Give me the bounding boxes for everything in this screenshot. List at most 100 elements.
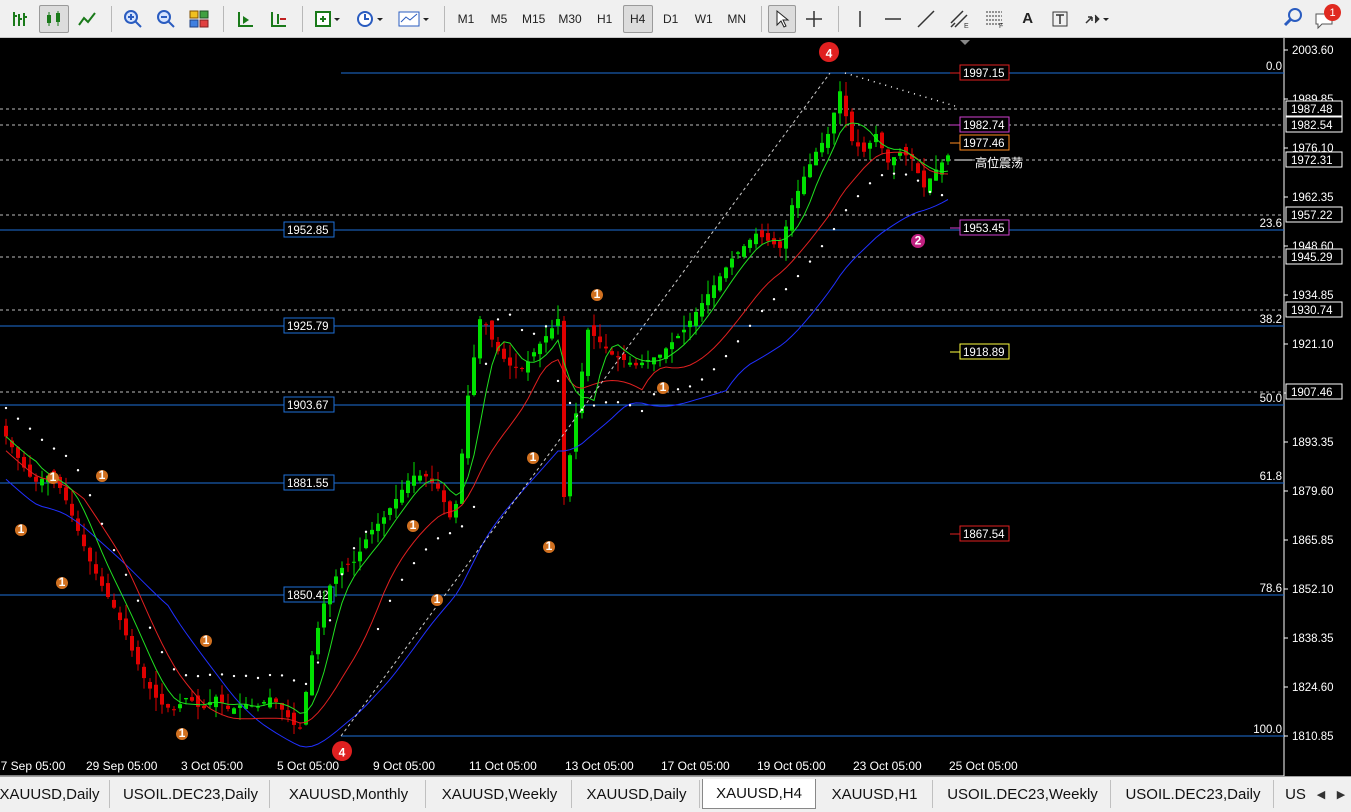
moving-average-green (5, 122, 949, 714)
parabolic-sar-dot (520, 328, 524, 332)
arrows-menu-icon[interactable] (1078, 5, 1116, 33)
timeframe-m15-button[interactable]: M15 (517, 5, 550, 33)
price-marker-label: 1997.15 (963, 68, 1005, 80)
candle-body (676, 335, 680, 339)
candle-body (688, 320, 692, 328)
equidistant-channel-icon[interactable]: E (944, 5, 976, 33)
candle-body (670, 342, 674, 350)
zoom-out-icon[interactable] (151, 5, 181, 33)
candle-body (850, 111, 854, 142)
fibonacci-ratio-label: 38.2 (1260, 314, 1282, 326)
wave-label-1: 1 (179, 726, 186, 740)
text-label-icon[interactable] (1045, 5, 1075, 33)
timeframe-d1-button[interactable]: D1 (656, 5, 686, 33)
date-axis-label: 17 Oct 05:00 (661, 759, 730, 773)
candle-body (868, 142, 872, 149)
search-icon[interactable] (1283, 7, 1305, 34)
vertical-line-icon[interactable] (845, 5, 875, 33)
date-axis-label: 3 Oct 05:00 (181, 759, 243, 773)
svg-text:E: E (964, 23, 969, 29)
candle-body (190, 697, 194, 701)
timeframe-h4-button[interactable]: H4 (622, 4, 653, 33)
chart-tab[interactable]: XAUUSD,Weekly (428, 780, 572, 808)
chart-tab[interactable]: XAUUSD,H1 (817, 780, 933, 808)
candle-body (334, 576, 338, 584)
auto-scroll-icon[interactable] (230, 5, 260, 33)
parabolic-sar-dot (832, 227, 836, 231)
timeframe-w1-button[interactable]: W1 (689, 5, 719, 33)
crosshair-icon[interactable] (799, 5, 829, 33)
price-tick-label: 1879.60 (1292, 486, 1334, 498)
main-toolbar: M1 M5 M15 M30 H1 H4 D1 W1 MN E F A 1 (0, 0, 1351, 38)
chart-canvas[interactable]: 2003.601989.851976.101962.351948.601934.… (0, 38, 1351, 776)
candle-body (892, 157, 896, 166)
cursor-icon[interactable] (767, 4, 796, 33)
candle-body (34, 476, 38, 482)
templates-icon[interactable] (393, 5, 435, 33)
candle-body (508, 357, 512, 366)
candle-body (592, 325, 596, 336)
parabolic-sar-dot (412, 561, 416, 565)
notifications-icon[interactable]: 1 (1313, 4, 1341, 32)
timeframe-m1-button[interactable]: M1 (451, 5, 481, 33)
candle-body (100, 576, 104, 586)
chart-tab[interactable]: XAUUSD,Daily (0, 780, 110, 808)
candle-body (382, 517, 386, 524)
candle-body (604, 346, 608, 349)
candle-body (826, 133, 830, 148)
periods-clock-icon[interactable] (350, 5, 390, 33)
candle-body (376, 523, 380, 532)
candle-body (388, 508, 392, 515)
fibonacci-icon[interactable]: F (979, 5, 1011, 33)
chart-tab[interactable]: USOIL.DEC23,Daily (1113, 780, 1274, 808)
bar-chart-icon[interactable] (6, 5, 36, 33)
parabolic-sar-dot (112, 548, 116, 552)
trendline-icon[interactable] (911, 5, 941, 33)
price-tick-label: 1838.35 (1292, 633, 1334, 645)
candle-body (550, 328, 554, 339)
parabolic-sar-dot (700, 378, 704, 381)
tile-windows-icon[interactable] (184, 5, 214, 33)
parabolic-sar-dot (40, 438, 44, 442)
line-chart-icon[interactable] (72, 5, 102, 33)
timeframe-mn-button[interactable]: MN (722, 5, 752, 33)
chart-tab[interactable]: XAUUSD,Monthly (272, 780, 426, 808)
chart-tab[interactable]: US (1276, 780, 1316, 808)
chart-shift-icon[interactable] (263, 5, 293, 33)
chart-tab[interactable]: XAUUSD,H4 (702, 779, 816, 809)
parabolic-sar-dot (568, 401, 572, 405)
parabolic-sar-dot (292, 679, 296, 682)
horizontal-line-icon[interactable] (878, 5, 908, 33)
text-tool-icon[interactable]: A (1014, 5, 1042, 33)
indicators-icon[interactable] (309, 5, 347, 33)
annotation-label: 高位震荡 (975, 155, 1023, 170)
candle-body (742, 246, 746, 257)
parabolic-sar-dot (220, 673, 224, 676)
price-tick-label: 1852.10 (1292, 584, 1334, 596)
zoom-in-icon[interactable] (118, 5, 148, 33)
price-level-label: 1907.46 (1291, 387, 1333, 399)
candle-body (106, 583, 110, 597)
candle-body (4, 425, 8, 437)
tab-scroll-left-icon[interactable]: ◀ (1317, 788, 1325, 801)
timeframe-m5-button[interactable]: M5 (484, 5, 514, 33)
chart-tab[interactable]: XAUUSD,Daily (574, 780, 700, 808)
parabolic-sar-dot (748, 324, 752, 328)
parabolic-sar-dot (208, 673, 212, 677)
candle-body (232, 708, 236, 714)
chart-tab[interactable]: USOIL.DEC23,Weekly (935, 780, 1111, 808)
candlestick-chart-icon[interactable] (39, 4, 69, 33)
price-level-label: 1930.74 (1291, 305, 1333, 317)
chart-tab[interactable]: USOIL.DEC23,Daily (112, 780, 270, 808)
timeframe-h1-button[interactable]: H1 (590, 5, 620, 33)
date-axis-label: 13 Oct 05:00 (565, 759, 634, 773)
candle-body (286, 710, 290, 718)
tab-scroll-right-icon[interactable]: ▶ (1337, 788, 1345, 801)
candle-body (790, 205, 794, 231)
wave-label-1: 1 (50, 470, 57, 484)
tab-scroll-arrows[interactable]: ◀ ▶ (1311, 780, 1351, 808)
timeframe-m30-button[interactable]: M30 (553, 5, 586, 33)
candle-body (772, 238, 776, 245)
price-chart[interactable]: 2003.60 1989.85 1976.10 1962.35 1948.60 1934.… (0, 38, 1351, 776)
wave-label-1: 1 (99, 468, 106, 482)
